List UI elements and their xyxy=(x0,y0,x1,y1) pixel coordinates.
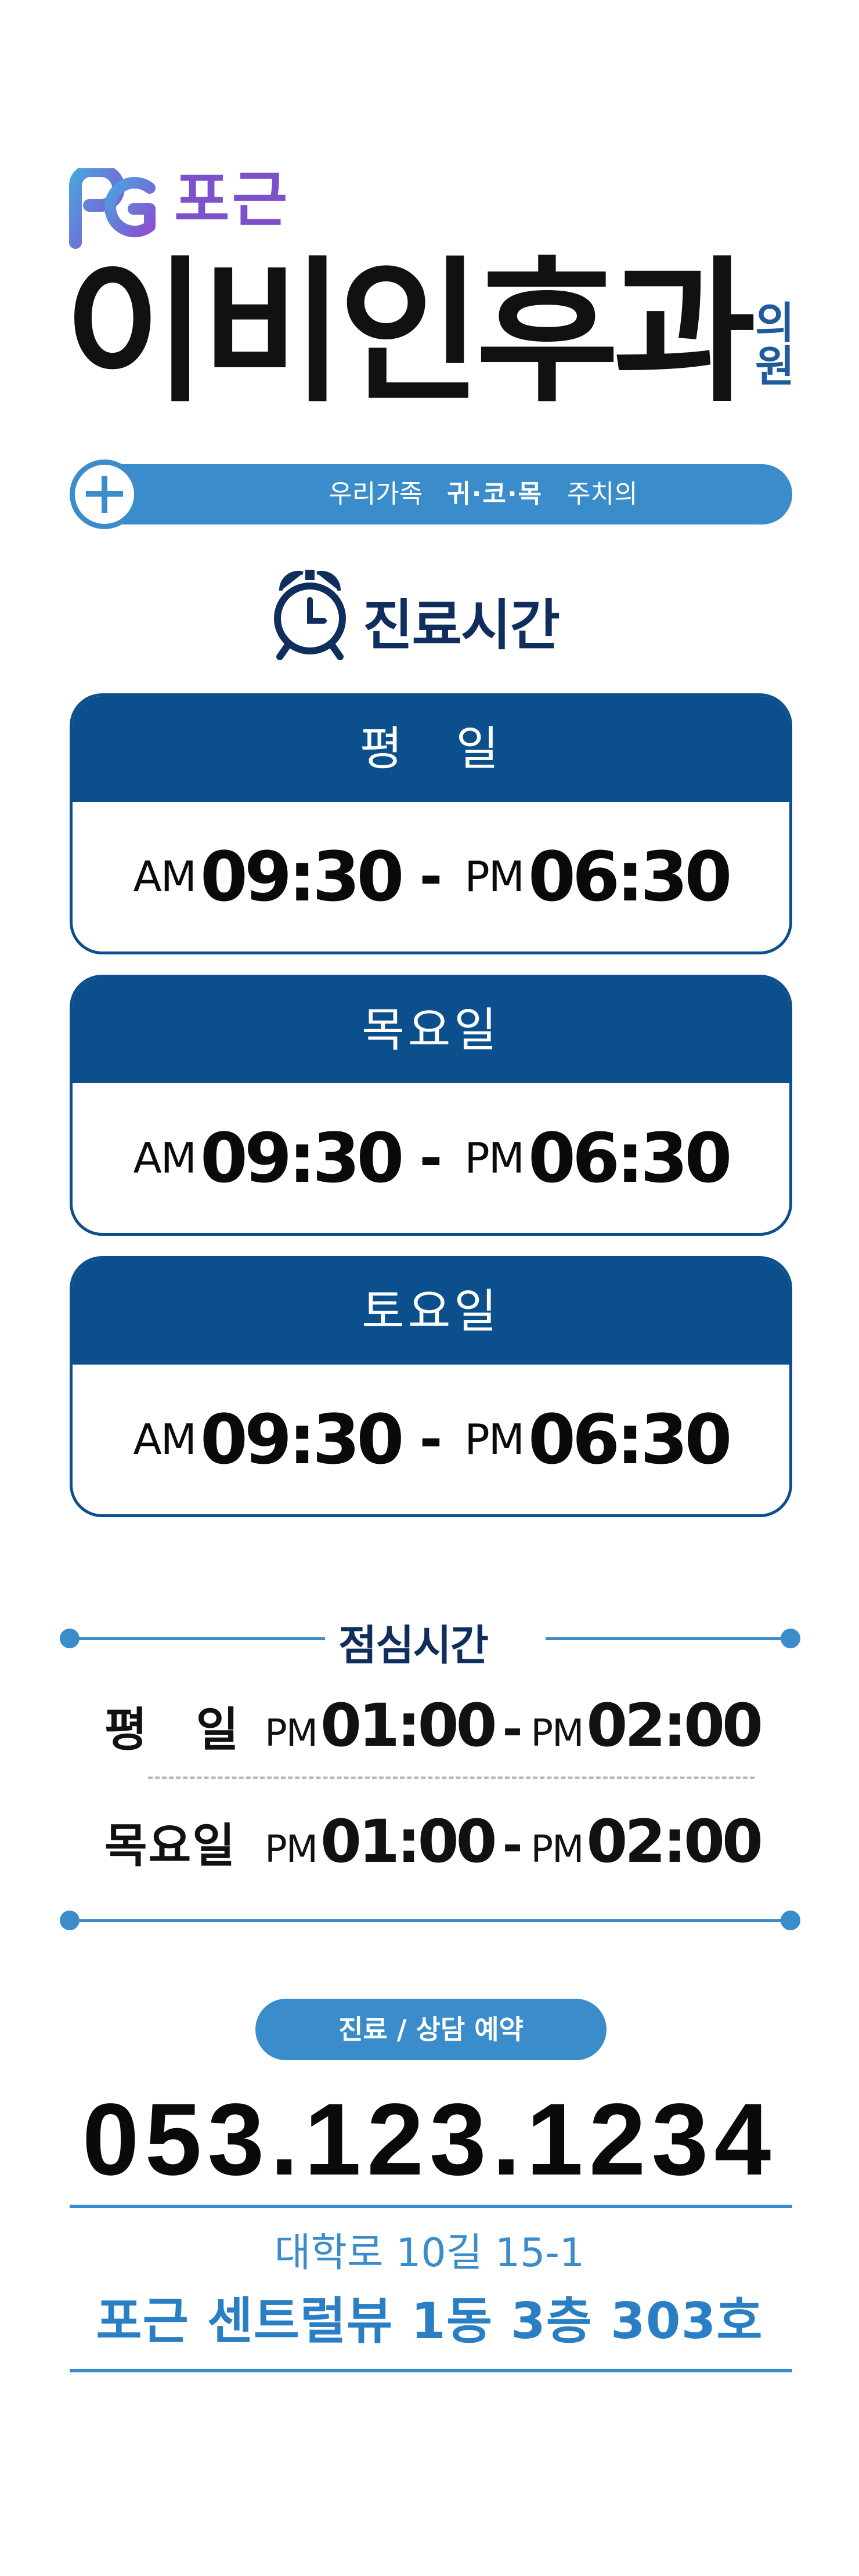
hours-card-weekday: 평 일 AM 09:30 - PM 06:30 xyxy=(70,693,792,954)
pg-logo-icon xyxy=(69,168,156,249)
time-dash: - xyxy=(419,844,443,909)
tagline-highlight: 귀·코·목 xyxy=(447,479,543,509)
brand-name: 포근 xyxy=(174,164,290,235)
hours-card-time: AM 09:30 - PM 06:30 xyxy=(73,1083,789,1233)
clinic-title-suffix: 의원 xyxy=(755,298,795,392)
lunch-heading: 점심시간 xyxy=(338,1621,489,1670)
end-time: 06:30 xyxy=(528,1118,732,1198)
end-ampm: PM xyxy=(464,1415,525,1464)
end-time: 02:00 xyxy=(586,1691,763,1760)
lunch-row-thursday: 목요일 PM 01:00 - PM 02:00 xyxy=(104,1807,763,1876)
end-time: 02:00 xyxy=(586,1807,763,1876)
hours-card-time: AM 09:30 - PM 06:30 xyxy=(73,802,789,951)
tagline-suffix: 주치의 xyxy=(567,479,638,509)
start-time: 01:00 xyxy=(320,1807,497,1876)
divider-line xyxy=(70,1919,789,1922)
divider-dot xyxy=(781,1629,800,1648)
address-line1: 대학로 10길 15-1 xyxy=(274,2230,585,2276)
start-time: 01:00 xyxy=(320,1691,497,1760)
hours-card-day: 목요일 xyxy=(73,978,789,1083)
end-ampm: PM xyxy=(464,852,525,901)
time-dash: - xyxy=(502,1817,523,1873)
phone-number[interactable]: 053.123.1234 xyxy=(0,2089,859,2191)
reservation-label: 진료 / 상담 예약 xyxy=(255,1999,607,2060)
start-time: 09:30 xyxy=(200,1118,405,1198)
time-dash: - xyxy=(419,1407,443,1472)
alarm-clock-icon xyxy=(274,570,346,660)
tagline-prefix: 우리가족 xyxy=(329,479,423,509)
lunch-row-weekday: 평 일 PM 01:00 - PM 02:00 xyxy=(104,1691,763,1760)
address-line2: 포근 센트럴뷰 1동 3층 303호 xyxy=(96,2292,763,2350)
hours-card-day: 평 일 xyxy=(73,696,789,802)
lunch-day: 목요일 xyxy=(104,1819,236,1873)
lunch-day: 평 일 xyxy=(104,1703,240,1757)
divider-dot xyxy=(781,1911,800,1930)
end-time: 06:30 xyxy=(528,837,732,917)
plus-icon-vertical xyxy=(102,476,107,513)
hours-card-day: 토요일 xyxy=(73,1259,789,1365)
time-dash: - xyxy=(502,1701,523,1757)
start-ampm: AM xyxy=(133,1415,197,1464)
end-time: 06:30 xyxy=(528,1399,732,1479)
clinic-title: 이비인후과 xyxy=(64,243,756,424)
lunch-separator xyxy=(148,1777,755,1779)
start-ampm: PM xyxy=(265,1828,318,1871)
divider-line xyxy=(546,1637,789,1640)
end-ampm: PM xyxy=(464,1134,525,1182)
start-ampm: AM xyxy=(133,852,197,901)
start-time: 09:30 xyxy=(200,1399,405,1479)
end-ampm: PM xyxy=(530,1712,584,1755)
start-ampm: PM xyxy=(265,1712,318,1755)
tagline-text: 우리가족 귀·코·목 주치의 xyxy=(174,464,792,524)
hours-card-saturday: 토요일 AM 09:30 - PM 06:30 xyxy=(70,1256,792,1517)
time-dash: - xyxy=(419,1126,443,1191)
address-rule-top xyxy=(70,2205,792,2208)
start-ampm: AM xyxy=(133,1134,197,1182)
hours-heading: 진료시간 xyxy=(363,594,560,657)
start-time: 09:30 xyxy=(200,837,405,917)
hours-card-thursday: 목요일 AM 09:30 - PM 06:30 xyxy=(70,975,792,1236)
hours-card-time: AM 09:30 - PM 06:30 xyxy=(73,1365,789,1514)
address-rule-bottom xyxy=(70,2369,792,2372)
divider-line xyxy=(70,1637,325,1640)
end-ampm: PM xyxy=(530,1828,584,1871)
